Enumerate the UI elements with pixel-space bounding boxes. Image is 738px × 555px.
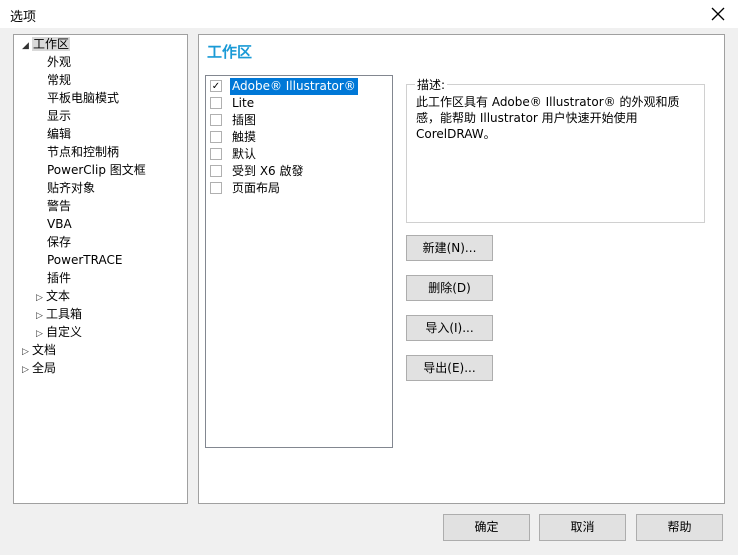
close-icon — [711, 7, 725, 21]
window-title: 选项 — [10, 10, 37, 25]
tree-item-label: 保存 — [47, 235, 72, 249]
workspace-label: 页面布局 — [232, 181, 281, 195]
tree-item-powertrace[interactable]: PowerTRACE — [47, 252, 122, 269]
tree-item-label: 编辑 — [47, 127, 72, 141]
tree-item-label: 常规 — [47, 73, 72, 87]
workspace-label: 受到 X6 啟發 — [232, 164, 304, 178]
tree-item-label: PowerTRACE — [47, 253, 123, 267]
tree-item-label: 文档 — [32, 343, 57, 357]
tree-item-save[interactable]: 保存 — [47, 234, 71, 251]
workspace-label: 触摸 — [232, 130, 257, 144]
tree-item-label: PowerClip 图文框 — [47, 163, 146, 177]
workspace-checkbox[interactable] — [210, 97, 222, 109]
tree-item-label: 自定义 — [46, 325, 83, 339]
export-button[interactable]: 导出(E)... — [406, 355, 493, 381]
tree-item-snap[interactable]: 贴齐对象 — [47, 180, 95, 197]
delete-button[interactable]: 删除(D) — [406, 275, 493, 301]
collapsed-arrow-icon[interactable]: ▷ — [22, 344, 32, 361]
tree-item-warnings[interactable]: 警告 — [47, 198, 71, 215]
close-button[interactable] — [698, 0, 738, 28]
tree-item-global[interactable]: ▷ 全局 — [22, 360, 56, 377]
workspace-item-illustration[interactable]: 插图 — [208, 112, 388, 129]
workspace-item-touch[interactable]: 触摸 — [208, 129, 388, 146]
workspace-item-lite[interactable]: Lite — [208, 95, 388, 112]
collapsed-arrow-icon[interactable]: ▷ — [22, 362, 32, 379]
tree-item-powerclip[interactable]: PowerClip 图文框 — [47, 162, 146, 179]
workspace-item-default[interactable]: 默认 — [208, 146, 388, 163]
tree-item-edit[interactable]: 编辑 — [47, 126, 71, 143]
workspace-checkbox[interactable]: ✓ — [210, 80, 222, 92]
tree-item-customize[interactable]: ▷ 自定义 — [36, 324, 82, 341]
collapsed-arrow-icon[interactable]: ▷ — [36, 290, 46, 307]
tree-item-appearance[interactable]: 外观 — [47, 54, 71, 71]
tree-item-label: 文本 — [46, 289, 71, 303]
workspace-item-page-layout[interactable]: 页面布局 — [208, 180, 388, 197]
expanded-arrow-icon[interactable]: ◢ — [22, 38, 32, 55]
workspace-item-x6-inspired[interactable]: 受到 X6 啟發 — [208, 163, 388, 180]
options-tree[interactable]: ◢ 工作区 外观 常规 平板电脑模式 显示 编辑 节点和控制柄 PowerClip… — [13, 34, 188, 504]
workspace-label: 默认 — [232, 147, 257, 161]
workspace-checkbox[interactable] — [210, 114, 222, 126]
new-button[interactable]: 新建(N)... — [406, 235, 493, 261]
tree-item-label: 插件 — [47, 271, 72, 285]
cancel-button[interactable]: 取消 — [539, 514, 626, 541]
tree-item-label: 工作区 — [32, 37, 71, 51]
workspace-label: Lite — [232, 96, 255, 110]
ok-button[interactable]: 确定 — [443, 514, 530, 541]
title-bar: 选项 — [0, 0, 738, 28]
workspace-checkbox[interactable] — [210, 165, 222, 177]
panel-title: 工作区 — [207, 43, 253, 61]
workspace-list[interactable]: ✓ Adobe® Illustrator® Lite 插图 触摸 默认 受到 X… — [205, 75, 393, 448]
workspace-panel: 工作区 ✓ Adobe® Illustrator® Lite 插图 触摸 默认 … — [198, 34, 725, 504]
tree-item-document[interactable]: ▷ 文档 — [22, 342, 56, 359]
tree-item-nodes-handles[interactable]: 节点和控制柄 — [47, 144, 119, 161]
workspace-checkbox[interactable] — [210, 182, 222, 194]
collapsed-arrow-icon[interactable]: ▷ — [36, 326, 46, 343]
tree-item-label: 贴齐对象 — [47, 181, 96, 195]
workspace-label: Adobe® Illustrator® — [230, 78, 358, 95]
help-button[interactable]: 帮助 — [636, 514, 723, 541]
workspace-label: 插图 — [232, 113, 257, 127]
tree-item-tablet-mode[interactable]: 平板电脑模式 — [47, 90, 119, 107]
tree-item-workspace[interactable]: ◢ 工作区 — [22, 36, 71, 55]
tree-item-vba[interactable]: VBA — [47, 216, 72, 233]
tree-item-display[interactable]: 显示 — [47, 108, 71, 125]
workspace-checkbox[interactable] — [210, 148, 222, 160]
tree-item-label: 工具箱 — [46, 307, 83, 321]
description-text: 此工作区具有 Adobe® Illustrator® 的外观和质感，能帮助 Il… — [416, 95, 680, 141]
tree-item-label: 节点和控制柄 — [47, 145, 120, 159]
collapsed-arrow-icon[interactable]: ▷ — [36, 308, 46, 325]
tree-item-plugins[interactable]: 插件 — [47, 270, 71, 287]
tree-item-text[interactable]: ▷ 文本 — [36, 288, 70, 305]
tree-item-label: 显示 — [47, 109, 72, 123]
tree-item-label: 警告 — [47, 199, 72, 213]
tree-item-label: 外观 — [47, 55, 72, 69]
tree-item-general[interactable]: 常规 — [47, 72, 71, 89]
tree-item-label: 全局 — [32, 361, 57, 375]
tree-item-label: 平板电脑模式 — [47, 91, 120, 105]
tree-item-label: VBA — [47, 217, 72, 231]
workspace-checkbox[interactable] — [210, 131, 222, 143]
description-legend: 描述: — [415, 76, 448, 93]
tree-item-toolbox[interactable]: ▷ 工具箱 — [36, 306, 82, 323]
import-button[interactable]: 导入(I)... — [406, 315, 493, 341]
workspace-item-illustrator[interactable]: ✓ Adobe® Illustrator® — [208, 78, 388, 95]
